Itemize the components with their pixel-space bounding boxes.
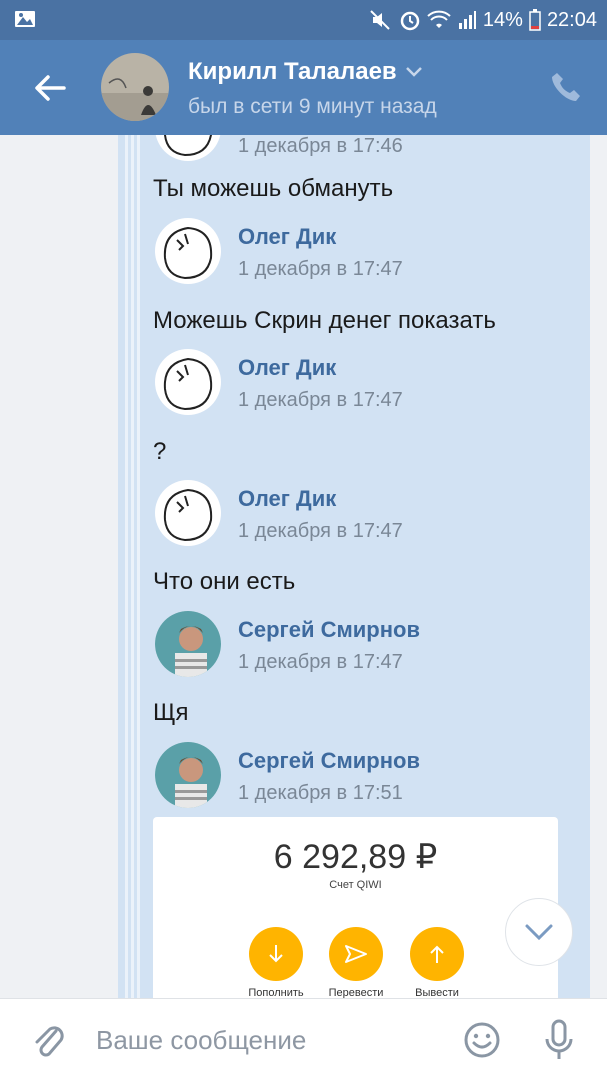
sender-avatar[interactable] — [155, 349, 221, 415]
message-input[interactable]: Ваше сообщение — [96, 1025, 306, 1056]
signal-icon — [457, 10, 477, 30]
message-time: 1 декабря в 17:47 — [238, 389, 403, 411]
image-attachment[interactable]: 6 292,89 ₽ Счет QIWI Пополнить Перевести… — [153, 817, 558, 998]
withdraw-action: Вывести — [402, 927, 472, 998]
message-list[interactable]: 1 декабря в 17:46 Ты можешь обмануть Оле… — [0, 135, 607, 998]
battery-percent: 14% — [482, 8, 523, 31]
message-text: ? — [153, 438, 167, 465]
alarm-icon — [399, 9, 421, 31]
message-composer: Ваше сообщение — [0, 998, 607, 1081]
sender-name[interactable]: Сергей Смирнов — [238, 748, 420, 774]
gallery-notification-icon — [15, 11, 35, 27]
message-time: 1 декабря в 17:47 — [238, 520, 403, 542]
sender-avatar[interactable] — [155, 480, 221, 546]
chevron-down-icon — [405, 67, 422, 77]
sender-name[interactable]: Олег Дик — [238, 224, 336, 250]
topup-action: Пополнить — [241, 927, 311, 998]
scroll-down-button[interactable] — [505, 898, 573, 966]
send-icon — [329, 927, 383, 981]
contact-avatar[interactable] — [101, 53, 169, 121]
sender-name[interactable]: Олег Дик — [238, 486, 336, 512]
message-time: 1 декабря в 17:46 — [238, 135, 403, 157]
withdraw-label: Вывести — [415, 987, 459, 998]
sender-avatar[interactable] — [155, 218, 221, 284]
message-text: Можешь Скрин денег показать — [153, 307, 496, 334]
forwarded-indicator — [118, 135, 144, 998]
emoji-button[interactable] — [463, 1021, 501, 1059]
arrow-down-icon — [249, 927, 303, 981]
microphone-button[interactable] — [544, 1019, 574, 1061]
chevron-down-icon — [525, 924, 553, 941]
contact-name-label: Кирилл Талалаев — [188, 58, 397, 85]
attach-button[interactable] — [30, 1021, 66, 1061]
sender-avatar[interactable] — [155, 611, 221, 677]
message-text: Щя — [153, 699, 189, 726]
phone-call-button[interactable] — [549, 70, 583, 104]
message-time: 1 декабря в 17:51 — [238, 782, 403, 804]
sender-name[interactable]: Сергей Смирнов — [238, 617, 420, 643]
transfer-label: Перевести — [328, 987, 384, 998]
message-text: Что они есть — [153, 568, 296, 595]
sender-name[interactable]: Олег Дик — [238, 355, 336, 381]
transfer-action: Перевести — [321, 927, 391, 998]
back-button[interactable] — [30, 68, 70, 108]
account-label: Счет QIWI — [329, 879, 382, 891]
chat-header: Кирилл Талалаев был в сети 9 минут назад — [0, 40, 607, 135]
arrow-up-icon — [410, 927, 464, 981]
arrow-left-icon — [35, 75, 66, 101]
battery-icon — [529, 9, 541, 31]
message-time: 1 декабря в 17:47 — [238, 651, 403, 673]
message-text: Ты можешь обмануть — [153, 175, 394, 202]
contact-name[interactable]: Кирилл Талалаев — [188, 58, 423, 86]
last-seen-status: был в сети 9 минут назад — [188, 95, 437, 118]
status-bar: 14% 22:04 — [0, 0, 607, 40]
topup-label: Пополнить — [248, 987, 304, 998]
clock: 22:04 — [546, 8, 597, 31]
mute-icon — [369, 9, 393, 31]
balance-amount: 6 292,89 ₽ — [273, 838, 438, 876]
sender-avatar[interactable] — [155, 742, 221, 808]
wifi-icon — [427, 10, 451, 30]
message-time: 1 декабря в 17:47 — [238, 258, 403, 280]
